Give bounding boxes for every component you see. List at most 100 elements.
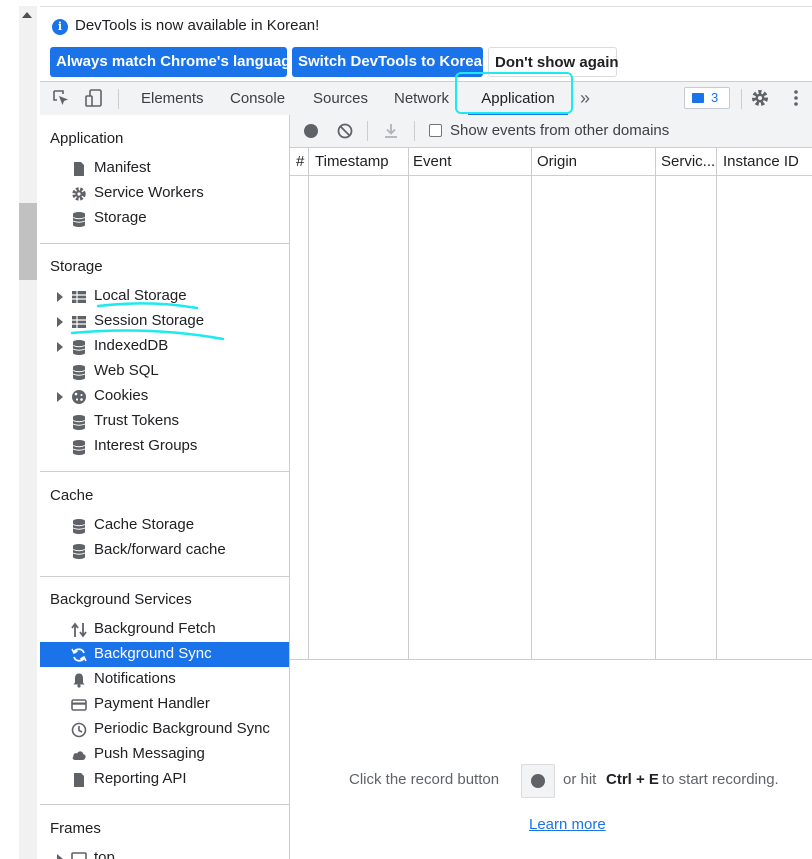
tab-network[interactable]: Network xyxy=(394,82,449,115)
record-dot-icon xyxy=(531,774,545,788)
sidebar-item-payment-handler[interactable]: Payment Handler xyxy=(40,692,289,717)
sidebar-item-frame-top[interactable]: top xyxy=(40,846,289,859)
background-sync-panel: Show events from other domains # Timesta… xyxy=(290,115,812,859)
tab-console[interactable]: Console xyxy=(230,82,285,115)
section-header-frames: Frames xyxy=(50,820,101,837)
empty-state-record-button[interactable] xyxy=(521,764,555,798)
sidebar-item-label: Manifest xyxy=(94,159,151,176)
download-icon[interactable] xyxy=(383,123,399,139)
database-icon xyxy=(72,340,86,355)
device-toolbar-icon[interactable] xyxy=(84,88,104,108)
empty-state-shortcut: Ctrl + E xyxy=(606,771,659,788)
section-header-cache: Cache xyxy=(50,487,94,504)
expand-arrow-icon[interactable] xyxy=(57,292,63,302)
always-match-language-button[interactable]: Always match Chrome's language xyxy=(50,47,299,77)
settings-gear-icon[interactable] xyxy=(750,88,770,108)
sidebar-item-label: Back/forward cache xyxy=(94,541,226,558)
highlight-annotation-application-tab xyxy=(455,72,573,114)
show-other-domains-label: Show events from other domains xyxy=(450,122,670,139)
language-infobar: i DevTools is now available in Korean! A… xyxy=(40,6,812,82)
sidebar-item-trust-tokens[interactable]: Trust Tokens xyxy=(40,409,289,434)
sidebar-item-label: Local Storage xyxy=(94,287,187,304)
section-header-background-services: Background Services xyxy=(50,591,192,608)
show-other-domains-checkbox[interactable] xyxy=(429,124,442,137)
panel-toolbar: Show events from other domains xyxy=(290,115,812,148)
sidebar-item-label: Notifications xyxy=(94,670,176,687)
sidebar-item-background-fetch[interactable]: Background Fetch xyxy=(40,617,289,642)
sidebar-item-label: Cookies xyxy=(94,387,149,404)
sidebar-item-manifest[interactable]: Manifest xyxy=(40,156,289,181)
events-grid-header: # Timestamp Event Origin Servic... Insta… xyxy=(290,148,812,176)
sidebar-item-cache-storage[interactable]: Cache Storage xyxy=(40,513,289,538)
sidebar-item-local-storage[interactable]: Local Storage xyxy=(40,284,289,309)
sync-icon xyxy=(71,648,87,662)
sidebar-item-notifications[interactable]: Notifications xyxy=(40,667,289,692)
column-header-event[interactable]: Event xyxy=(413,153,451,170)
grid-bottom-border xyxy=(290,659,812,660)
section-divider xyxy=(40,804,289,805)
keyboard-shortcut: Ctrl + E xyxy=(606,771,659,788)
frame-window-icon xyxy=(71,852,87,859)
sidebar-item-back-forward-cache[interactable]: Back/forward cache xyxy=(40,538,289,563)
clear-block-icon[interactable] xyxy=(337,123,353,139)
infobar-message: DevTools is now available in Korean! xyxy=(75,17,320,34)
section-header-storage: Storage xyxy=(50,258,103,275)
column-header-instance-id[interactable]: Instance ID xyxy=(723,153,799,170)
sidebar-item-label: Web SQL xyxy=(94,362,159,379)
bell-icon xyxy=(73,673,85,688)
page-scrollbar-track[interactable] xyxy=(19,6,37,859)
column-header-origin[interactable]: Origin xyxy=(537,153,577,170)
more-tabs-button[interactable]: » xyxy=(580,82,590,115)
switch-to-korean-button[interactable]: Switch DevTools to Korean xyxy=(292,47,491,77)
sidebar-item-label: Push Messaging xyxy=(94,745,205,762)
sidebar-item-label: Periodic Background Sync xyxy=(94,720,270,737)
empty-state-prefix: Click the record button xyxy=(349,771,500,788)
inspect-element-icon[interactable] xyxy=(51,88,71,108)
column-header-service-worker[interactable]: Servic... xyxy=(661,153,715,170)
up-down-arrows-icon xyxy=(71,622,87,638)
sidebar-item-label: Session Storage xyxy=(94,312,205,329)
sidebar-item-background-sync[interactable]: Background Sync xyxy=(40,642,289,667)
expand-arrow-icon[interactable] xyxy=(57,342,63,352)
empty-state-mid: or hit xyxy=(563,771,597,788)
learn-more-link[interactable]: Learn more xyxy=(529,816,606,833)
sidebar-item-indexeddb[interactable]: IndexedDB xyxy=(40,334,289,359)
sidebar-item-cookies[interactable]: Cookies xyxy=(40,384,289,409)
more-options-icon[interactable] xyxy=(786,88,806,108)
empty-state-suffix: to start recording. xyxy=(662,771,779,788)
sidebar-item-label: Background Sync xyxy=(94,645,212,662)
page-scrollbar-thumb[interactable] xyxy=(19,203,37,280)
sidebar-item-session-storage[interactable]: Session Storage xyxy=(40,309,289,334)
toolbar-divider xyxy=(741,89,742,109)
expand-arrow-icon[interactable] xyxy=(57,854,63,859)
issues-counter-button[interactable]: 3 xyxy=(684,87,730,109)
sidebar-item-web-sql[interactable]: Web SQL xyxy=(40,359,289,384)
sidebar-item-label: Interest Groups xyxy=(94,437,198,454)
sidebar-item-label: Background Fetch xyxy=(94,620,216,637)
sidebar-item-service-workers[interactable]: Service Workers xyxy=(40,181,289,206)
section-divider xyxy=(40,243,289,244)
sidebar-item-reporting-api[interactable]: Reporting API xyxy=(40,767,289,792)
devtools-tabbar: Elements Console Sources Network Applica… xyxy=(40,81,812,116)
tab-sources[interactable]: Sources xyxy=(313,82,368,115)
column-header-timestamp[interactable]: Timestamp xyxy=(315,153,389,170)
sidebar-item-label: Storage xyxy=(94,209,147,226)
sidebar-item-interest-groups[interactable]: Interest Groups xyxy=(40,434,289,459)
tab-elements[interactable]: Elements xyxy=(141,82,204,115)
expand-arrow-icon[interactable] xyxy=(57,392,63,402)
sidebar-item-storage-overview[interactable]: Storage xyxy=(40,206,289,231)
sidebar-item-label: top xyxy=(94,849,115,859)
record-button[interactable] xyxy=(304,124,318,138)
sidebar-item-push-messaging[interactable]: Push Messaging xyxy=(40,742,289,767)
scroll-up-arrow-icon[interactable] xyxy=(22,12,32,18)
sidebar-item-periodic-background-sync[interactable]: Periodic Background Sync xyxy=(40,717,289,742)
expand-arrow-icon[interactable] xyxy=(57,317,63,327)
sidebar-item-label: Service Workers xyxy=(94,184,204,201)
database-icon xyxy=(72,544,86,559)
document-icon xyxy=(74,773,84,787)
issues-count: 3 xyxy=(711,90,719,105)
column-divider xyxy=(408,148,409,659)
column-header-index[interactable]: # xyxy=(296,153,304,170)
database-icon xyxy=(72,519,86,534)
toolbar-divider xyxy=(414,121,415,141)
